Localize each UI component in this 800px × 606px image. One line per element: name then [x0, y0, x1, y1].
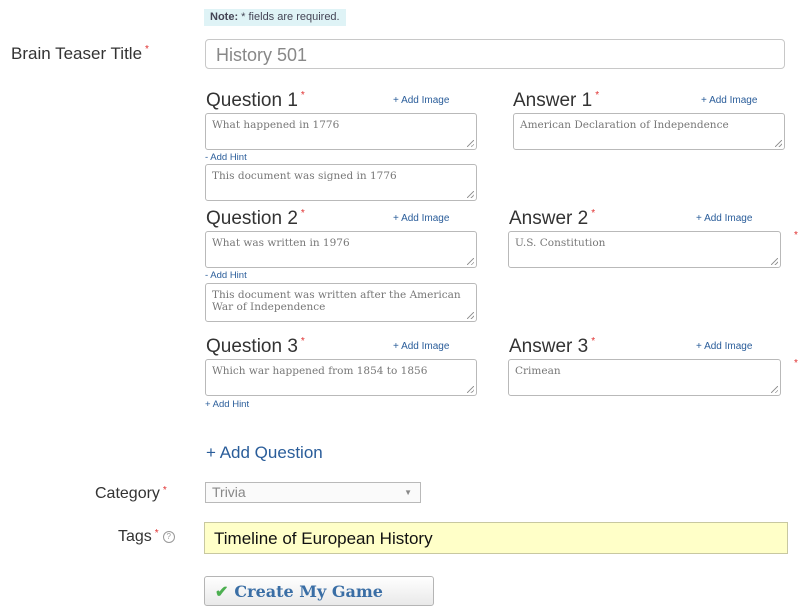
required-mark: * [154, 528, 159, 539]
question-3-heading: Question 3 * [206, 336, 305, 358]
required-mark: * [145, 44, 149, 55]
question-2-label: Question 2 [206, 208, 298, 229]
required-mark: * [300, 336, 305, 347]
required-mark: * [300, 90, 305, 101]
answer-2-textarea[interactable]: U.S. Constitution [508, 231, 781, 268]
note-label: Note: [210, 11, 239, 23]
required-mark: * [591, 208, 596, 219]
chevron-down-icon: ▼ [404, 488, 412, 497]
question-2-text: What was written in 1976 [212, 237, 350, 249]
title-input[interactable]: History 501 [205, 39, 785, 69]
question-2-add-image-link[interactable]: + Add Image [393, 213, 449, 224]
required-fields-note: Note: * fields are required. [204, 9, 346, 26]
answer-2-heading: Answer 2 * [509, 208, 595, 230]
create-game-button[interactable]: ✔ Create My Game [204, 576, 434, 606]
answer-1-label: Answer 1 [513, 90, 593, 111]
question-3-label: Question 3 [206, 336, 298, 357]
resize-grip[interactable] [467, 258, 474, 265]
add-question-link[interactable]: + Add Question [206, 443, 323, 463]
resize-grip[interactable] [467, 191, 474, 198]
tags-input[interactable]: Timeline of European History [204, 522, 788, 554]
required-mark: * [162, 485, 167, 496]
category-label-text: Category [95, 485, 160, 502]
answer-2-add-image-link[interactable]: + Add Image [696, 213, 752, 224]
category-select[interactable]: Trivia ▼ [205, 482, 421, 503]
question-3-textarea[interactable]: Which war happened from 1854 to 1856 [205, 359, 477, 396]
answer-1-text: American Declaration of Independence [520, 119, 729, 131]
answer-3-add-image-link[interactable]: + Add Image [696, 341, 752, 352]
required-mark: * [794, 230, 798, 241]
question-2-textarea[interactable]: What was written in 1976 [205, 231, 477, 268]
answer-2-label: Answer 2 [509, 208, 589, 229]
required-mark: * [300, 208, 305, 219]
question-2-hint-link[interactable]: - Add Hint [205, 270, 247, 281]
answer-1-add-image-link[interactable]: + Add Image [701, 95, 757, 106]
required-mark: * [591, 336, 596, 347]
answer-1-textarea[interactable]: American Declaration of Independence [513, 113, 785, 150]
checkmark-icon: ✔ [215, 582, 229, 601]
resize-grip[interactable] [467, 312, 474, 319]
required-mark: * [595, 90, 600, 101]
answer-3-textarea[interactable]: Crimean [508, 359, 781, 396]
question-2-hint-text: This document was written after the Amer… [212, 289, 461, 313]
resize-grip[interactable] [771, 386, 778, 393]
required-mark: * [794, 358, 798, 369]
question-1-label: Question 1 [206, 90, 298, 111]
note-text: * fields are required. [238, 11, 340, 23]
tags-label: Tags *? [118, 528, 175, 546]
answer-1-heading: Answer 1 * [513, 90, 599, 112]
resize-grip[interactable] [775, 140, 782, 147]
tags-label-text: Tags [118, 528, 152, 545]
create-game-button-label: Create My Game [234, 582, 383, 601]
question-3-add-image-link[interactable]: + Add Image [393, 341, 449, 352]
category-label: Category * [95, 485, 167, 503]
question-2-heading: Question 2 * [206, 208, 305, 230]
question-1-heading: Question 1 * [206, 90, 305, 112]
answer-2-text: U.S. Constitution [515, 237, 606, 249]
question-1-text: What happened in 1776 [212, 119, 340, 131]
help-icon[interactable]: ? [162, 530, 175, 543]
resize-grip[interactable] [467, 140, 474, 147]
answer-3-heading: Answer 3 * [509, 336, 595, 358]
question-1-hint-text: This document was signed in 1776 [212, 170, 397, 182]
resize-grip[interactable] [771, 258, 778, 265]
answer-3-text: Crimean [515, 365, 561, 377]
title-label: Brain Teaser Title * [11, 44, 149, 64]
resize-grip[interactable] [467, 386, 474, 393]
question-1-textarea[interactable]: What happened in 1776 [205, 113, 477, 150]
title-label-text: Brain Teaser Title [11, 44, 143, 63]
question-1-add-image-link[interactable]: + Add Image [393, 95, 449, 106]
question-3-add-hint-link[interactable]: + Add Hint [205, 399, 249, 410]
category-value: Trivia [212, 484, 246, 500]
question-3-text: Which war happened from 1854 to 1856 [212, 365, 428, 377]
question-2-hint-textarea[interactable]: This document was written after the Amer… [205, 283, 477, 322]
question-1-hint-link[interactable]: - Add Hint [205, 152, 247, 163]
answer-3-label: Answer 3 [509, 336, 589, 357]
question-1-hint-textarea[interactable]: This document was signed in 1776 [205, 164, 477, 201]
